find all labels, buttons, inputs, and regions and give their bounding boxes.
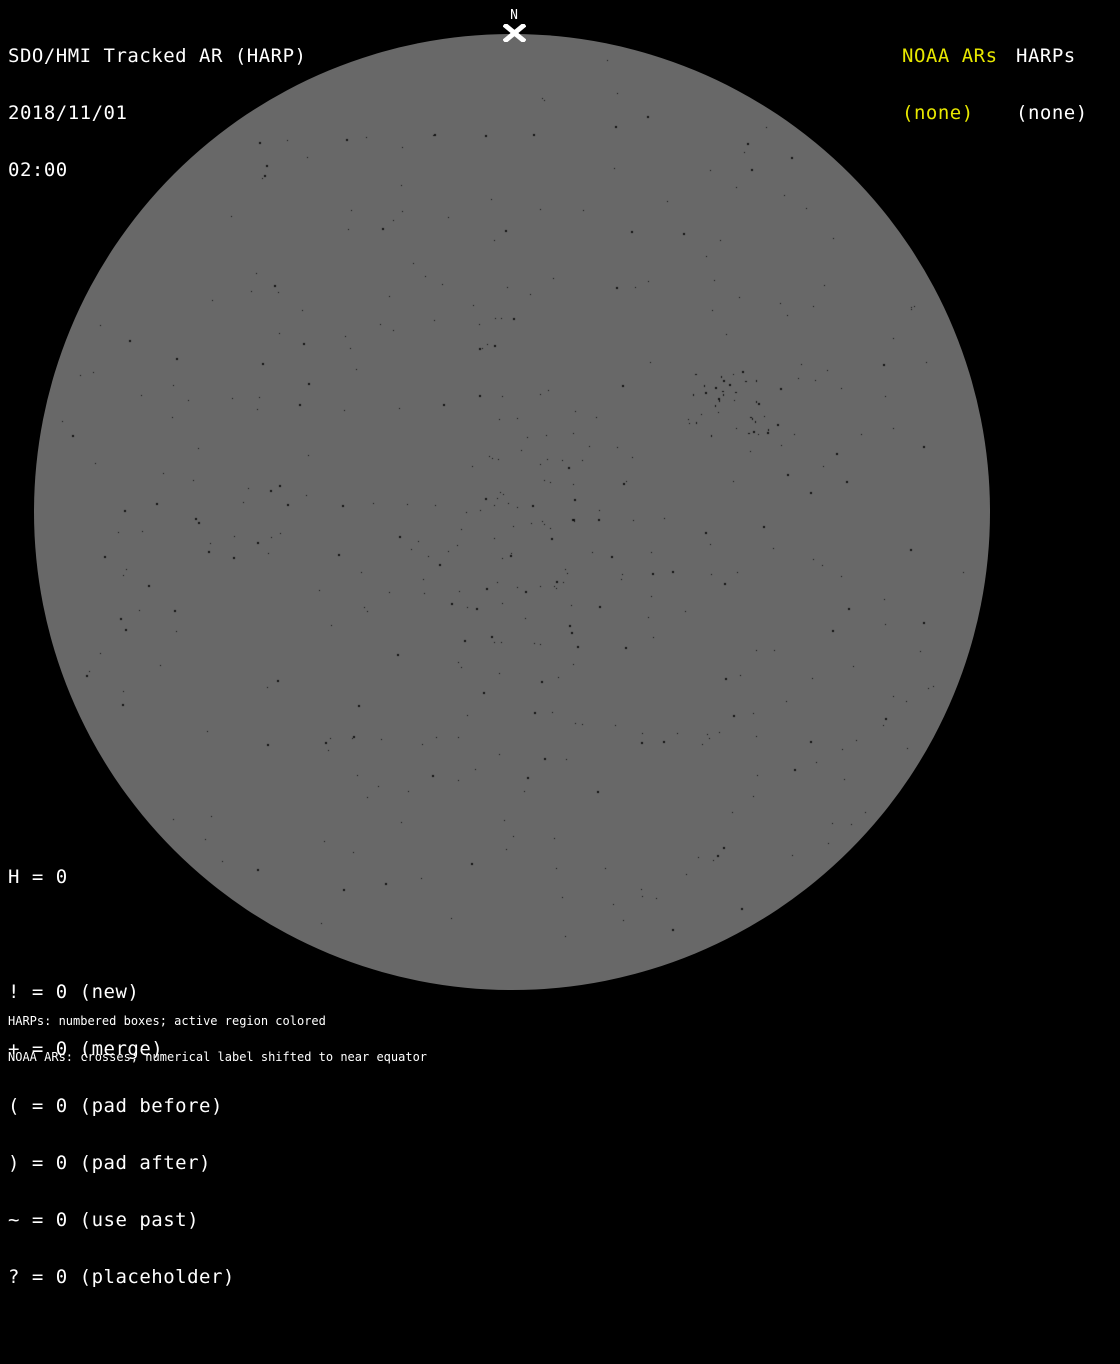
north-label: N [510, 8, 518, 23]
harps-counter-value: (none) [1016, 102, 1088, 124]
legend-item-placeholder: ? = 0 (placeholder) [8, 1266, 235, 1288]
legend-item-pad-before: ( = 0 (pad before) [8, 1095, 223, 1117]
frame-header: SDO/HMI Tracked AR (HARP) 2018/11/01 02:… [8, 9, 306, 218]
frame-title: SDO/HMI Tracked AR (HARP) [8, 45, 307, 67]
north-pole-cross-icon [502, 24, 526, 42]
noaa-ar-counter: NOAA ARs (none) [902, 9, 998, 161]
north-pole-indicator: N [500, 9, 528, 42]
noaa-ar-counter-label: NOAA ARs [902, 45, 998, 67]
symbol-legend: H = 0 ! = 0 (new) + = 0 (merge) ( = 0 (p… [8, 830, 235, 1363]
noaa-ar-counter-value: (none) [902, 102, 974, 124]
caption-footer: HARPs: numbered boxes; active region col… [8, 991, 427, 1087]
frame-time: 02:00 [8, 159, 68, 181]
frame-date: 2018/11/01 [8, 102, 128, 124]
caption-noaa: NOAA ARs: crosses; numerical label shift… [8, 1050, 428, 1064]
legend-h-count: H = 0 [8, 866, 68, 888]
harps-counter: HARPs (none) [1016, 9, 1088, 161]
caption-harps: HARPs: numbered boxes; active region col… [8, 1014, 326, 1028]
legend-item-use-past: ~ = 0 (use past) [8, 1209, 200, 1231]
harps-counter-label: HARPs [1016, 45, 1076, 67]
legend-item-pad-after: ) = 0 (pad after) [8, 1152, 211, 1174]
